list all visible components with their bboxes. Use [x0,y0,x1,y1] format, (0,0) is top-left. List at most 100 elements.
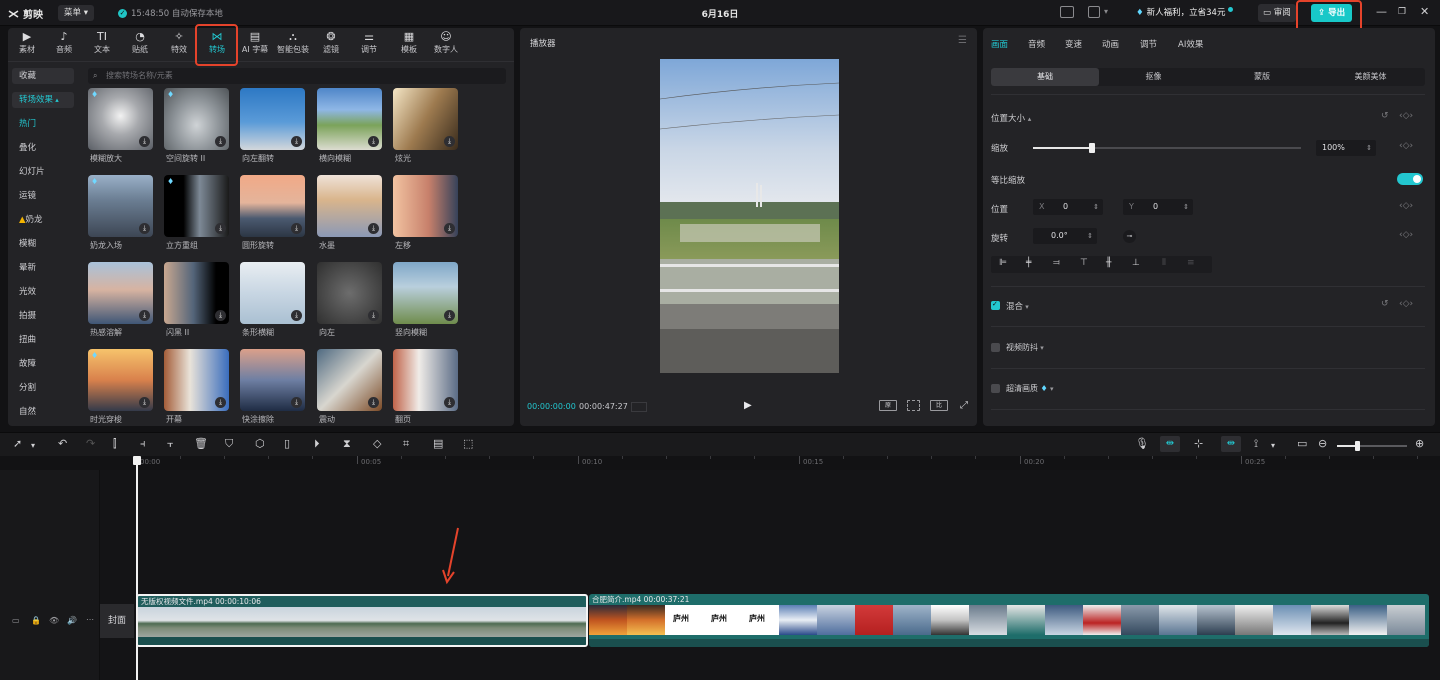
scale-input[interactable]: 100% ⇕ [1316,140,1376,156]
promo-banner[interactable]: ♦ 新人福利，立省34元 [1136,5,1234,21]
timeline-ruler[interactable]: 00:00 00:05 00:10 00:15 00:20 00:25 [136,456,1440,470]
inspector-subtab[interactable]: 蒙版 [1208,68,1316,86]
transition-thumbnail[interactable]: ⤓ [164,262,229,324]
ai-tool-icon[interactable]: ▤ [433,438,443,450]
split-left-icon[interactable]: ⫞ [140,438,146,450]
section-position-size[interactable]: 位置大小 ▴ [991,112,1031,124]
transition-thumbnail[interactable]: ⤓ [240,88,305,150]
download-icon[interactable]: ⤓ [139,397,150,408]
transition-thumbnail[interactable]: ⤓ [240,262,305,324]
download-icon[interactable]: ⤓ [215,136,226,147]
uniform-scale-toggle[interactable] [1397,173,1423,185]
align-right-icon[interactable]: ⫤ [1053,258,1060,268]
chevron-down-icon[interactable]: ▾ [31,440,35,452]
tool-tab-smart-pack[interactable]: ⛬ 智能包装 [274,30,312,60]
transition-thumbnail[interactable]: ⤓ [393,88,458,150]
transition-thumbnail[interactable]: ♦ ⤓ [164,175,229,237]
download-icon[interactable]: ⤓ [444,397,455,408]
mark-icon[interactable]: ⬡ [255,438,265,450]
microphone-icon[interactable]: 🎙 [1135,438,1149,450]
transition-thumbnail[interactable]: ⤓ [240,349,305,411]
category-item[interactable]: 转场效果 ▴ [12,92,74,108]
transition-thumbnail[interactable]: ⤓ [317,175,382,237]
download-icon[interactable]: ⤓ [291,397,302,408]
align-middle-v-icon[interactable]: ╫ [1106,258,1111,268]
lock-icon[interactable]: 🔒 [31,616,41,625]
delete-icon[interactable]: 🗑 [194,438,208,450]
volume-icon[interactable]: 🔊 [67,616,77,625]
download-icon[interactable]: ⤓ [368,397,379,408]
inspector-subtab[interactable]: 基础 [991,68,1099,86]
align-left-icon[interactable]: ⊫ [999,258,1007,268]
tool-tab-ai-caption[interactable]: ▤ AI 字幕 [234,30,276,60]
tool-tab-text[interactable]: TI 文本 [83,30,121,60]
aspect-ratio-icon[interactable]: 比 [930,400,948,411]
keyframe-icon[interactable]: ‹◇› [1399,230,1413,240]
track-layout-icon[interactable]: ▭ [12,616,20,625]
mirror-icon[interactable]: ⧗ [343,438,351,450]
category-item[interactable]: 运镜 [12,188,74,204]
search-input[interactable]: ⌕ 搜索转场名称/元素 [88,68,506,84]
menu-icon[interactable]: ☰ [958,35,967,46]
select-cursor-icon[interactable]: ➚ [13,438,22,450]
stepper-icon[interactable]: ⇕ [1087,228,1093,244]
category-item[interactable]: 热门 [12,116,74,132]
category-item[interactable]: 自然 [12,404,74,420]
auto-snap-icon[interactable]: ⊹ [1194,438,1203,450]
maximize-icon[interactable]: ❐ [1398,6,1406,18]
download-icon[interactable]: ⤓ [215,310,226,321]
cover-button[interactable]: 封面 [100,604,134,638]
eye-icon[interactable]: 👁 [49,616,59,625]
stabilize-checkbox[interactable] [991,343,1000,352]
category-item[interactable]: 幻灯片 [12,164,74,180]
zoom-in-icon[interactable]: ⊕ [1415,438,1424,450]
video-preview[interactable] [660,59,839,373]
reset-icon[interactable]: ↺ [1381,111,1389,121]
stepper-icon[interactable]: ⇕ [1093,199,1099,215]
download-icon[interactable]: ⤓ [139,223,150,234]
keyframe-icon[interactable]: ‹◇› [1399,141,1413,151]
transition-thumbnail[interactable]: ⤓ [88,262,153,324]
download-icon[interactable]: ⤓ [368,223,379,234]
transition-thumbnail[interactable]: ⤓ [393,262,458,324]
keyframe-icon[interactable]: ‹◇› [1399,111,1413,121]
download-icon[interactable]: ⤓ [139,310,150,321]
category-item[interactable]: 光效 [12,284,74,300]
fullscreen-icon[interactable]: ⤢ [960,400,968,411]
crop-icon[interactable]: ⌗ [403,438,409,450]
main-track-magnet-icon[interactable]: ⇹ [1160,436,1180,452]
ai-extend-icon[interactable]: ⬚ [463,438,473,450]
transition-thumbnail[interactable]: ⤓ [240,175,305,237]
stabilize-label[interactable]: 视频防抖 ▾ [1006,342,1044,353]
timeline-layout-icon[interactable]: ▭ [1297,438,1307,450]
reverse-play-icon[interactable]: ⏵ [314,438,320,450]
category-item[interactable]: 扭曲 [12,332,74,348]
download-icon[interactable]: ⤓ [368,136,379,147]
category-item[interactable]: 故障 [12,356,74,372]
download-icon[interactable]: ⤓ [139,136,150,147]
inspector-tab[interactable]: 音频 [1028,38,1045,50]
fit-ratio-icon[interactable]: 原 [879,400,897,411]
linkage-icon[interactable]: ⇹ [1221,436,1241,452]
tool-tab-template[interactable]: ▦ 模板 [390,30,428,60]
transition-thumbnail[interactable]: ♦ ⤓ [164,88,229,150]
scale-slider-handle[interactable] [1088,143,1095,153]
align-bottom-icon[interactable]: ⊥ [1132,258,1140,268]
position-y-input[interactable]: Y 0 ⇕ [1123,199,1193,215]
tool-tab-audio[interactable]: ♪ 音频 [45,30,83,60]
zoom-slider-handle[interactable] [1355,441,1360,451]
inspector-tab[interactable]: 画面 [991,38,1008,50]
menu-button[interactable]: 菜单 ▾ [58,5,94,21]
undo-icon[interactable]: ↶ [58,438,67,450]
split-right-icon[interactable]: ⫟ [167,438,174,450]
transition-thumbnail[interactable]: ♦ ⤓ [88,88,153,150]
transition-thumbnail[interactable]: ⤓ [317,88,382,150]
zoom-slider[interactable] [1337,441,1407,451]
tool-tab-effects[interactable]: ✧ 特效 [160,30,198,60]
tool-tab-sticker[interactable]: ◔ 贴纸 [121,30,159,60]
keyframe-icon[interactable]: ‹◇› [1399,299,1413,309]
close-icon[interactable]: ✕ [1420,6,1429,18]
download-icon[interactable]: ⤓ [291,223,302,234]
download-icon[interactable]: ⤓ [291,136,302,147]
playhead[interactable] [133,456,141,680]
